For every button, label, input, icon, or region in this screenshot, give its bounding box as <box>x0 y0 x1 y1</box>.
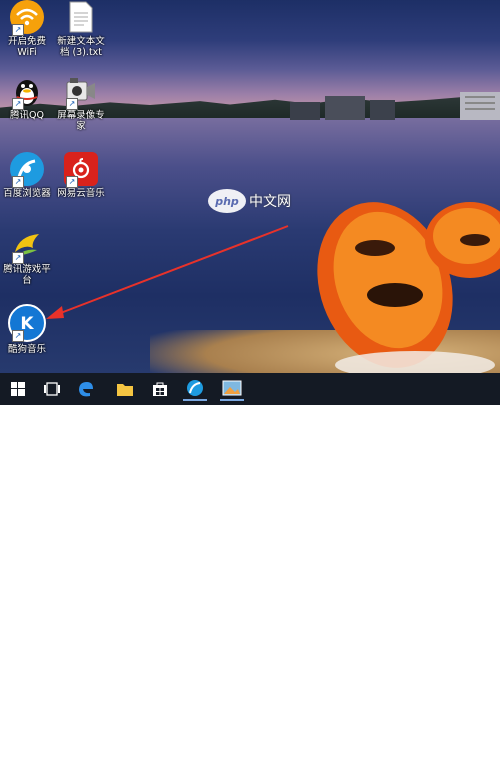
taskbar-browser-button[interactable] <box>183 377 207 401</box>
shortcut-arrow-icon: ↗ <box>66 98 78 110</box>
shortcut-arrow-icon: ↗ <box>66 176 78 188</box>
shortcut-arrow-icon: ↗ <box>12 24 24 36</box>
browser-icon <box>187 380 203 396</box>
store-icon <box>153 382 167 396</box>
watermark-logo: php 中文网 <box>207 188 291 214</box>
icon-label: 酷狗音乐 <box>7 344 46 355</box>
icon-label: 百度浏览器 <box>3 188 51 199</box>
icon-label-line1: 新建文本文 <box>57 36 105 47</box>
kugou-music-icon: K ↗ <box>8 304 46 342</box>
watermark-text: 中文网 <box>249 194 291 210</box>
wifi-icon: ↗ <box>10 0 44 36</box>
wallpaper-caption: ragon's Ruse Photography <box>78 747 287 765</box>
desktop-icon-text-file[interactable]: 新建文本文 档 (3).txt <box>53 0 109 58</box>
desktop[interactable]: php 中文网 ↗ 开启免费 WiFi 新建文本文 档 (3).txt ↗ 腾讯… <box>0 0 500 373</box>
svg-text:php: php <box>214 195 239 208</box>
desktop-icon-browser[interactable]: ↗ 百度浏览器 <box>0 152 55 199</box>
desktop-icon-kugou-music[interactable]: K ↗ 酷狗音乐 <box>0 304 55 355</box>
taskbar-store-button[interactable] <box>148 377 172 401</box>
task-view-icon <box>44 382 60 396</box>
desktop-icon-tencent-games[interactable]: ↗ 腾讯游戏平 台 <box>0 228 55 286</box>
icon-label-line2: WiFi <box>17 47 37 58</box>
tencent-games-icon: ↗ <box>10 228 44 264</box>
icon-label-line2: 家 <box>76 121 86 132</box>
icon-label-line2: 台 <box>22 275 32 286</box>
photos-icon <box>222 380 242 396</box>
browser-icon: ↗ <box>10 152 44 188</box>
shortcut-arrow-icon: ↗ <box>12 330 24 342</box>
icon-label: 网易云音乐 <box>57 188 105 199</box>
taskbar-edge-button[interactable] <box>74 377 98 401</box>
folder-icon <box>117 384 133 396</box>
icon-label-line2: 档 (3).txt <box>59 47 103 58</box>
php-icon: php <box>208 189 246 213</box>
taskbar-file-explorer-button[interactable] <box>113 377 137 401</box>
text-file-icon <box>64 0 98 34</box>
video-camera-icon: ↗ <box>64 74 98 110</box>
desktop-icon-qq[interactable]: ↗ 腾讯QQ <box>0 74 55 121</box>
desktop-icon-screen-recorder[interactable]: ↗ 屏幕录像专 家 <box>53 74 109 132</box>
icon-label-line1: 腾讯游戏平 <box>3 264 51 275</box>
icon-label: 腾讯QQ <box>10 110 44 121</box>
desktop-icon-netease-music[interactable]: ↗ 网易云音乐 <box>53 152 109 199</box>
shortcut-arrow-icon: ↗ <box>12 98 24 110</box>
edge-browser-icon <box>79 382 93 397</box>
icon-label-line1: 屏幕录像专 <box>57 110 105 121</box>
shortcut-arrow-icon: ↗ <box>12 252 24 264</box>
task-view-button[interactable] <box>40 377 64 401</box>
taskbar-photos-button[interactable] <box>220 377 244 401</box>
icon-label-line1: 开启免费 <box>7 36 46 47</box>
shortcut-arrow-icon: ↗ <box>12 176 24 188</box>
start-button[interactable] <box>6 377 30 401</box>
desktop-icon-wifi[interactable]: ↗ 开启免费 WiFi <box>0 0 55 58</box>
netease-music-icon: ↗ <box>64 152 98 188</box>
taskbar[interactable]: ragon's Ruse Photography <box>0 373 500 765</box>
qq-penguin-icon: ↗ <box>10 74 44 110</box>
windows-logo-icon <box>11 382 25 396</box>
